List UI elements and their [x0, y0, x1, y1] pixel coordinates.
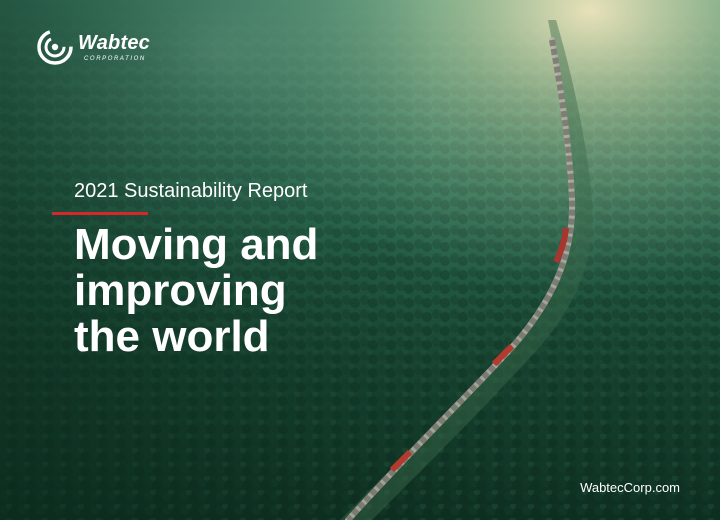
headline-line: improving: [74, 266, 287, 315]
wabtec-logo[interactable]: Wabtec CORPORATION: [36, 28, 166, 68]
brand-name: Wabtec: [78, 32, 150, 54]
wabtec-logo-icon: [37, 29, 73, 65]
headline-line: the world: [74, 312, 270, 361]
cover-headline: Moving and improving the world: [74, 222, 374, 360]
report-cover: Wabtec CORPORATION 2021 Sustainability R…: [0, 0, 720, 520]
headline-line: Moving and: [74, 220, 319, 269]
website-link[interactable]: WabtecCorp.com: [580, 480, 680, 495]
accent-rule: [52, 212, 148, 215]
brand-subtitle: CORPORATION: [84, 56, 146, 62]
report-label: 2021 Sustainability Report: [74, 180, 308, 202]
